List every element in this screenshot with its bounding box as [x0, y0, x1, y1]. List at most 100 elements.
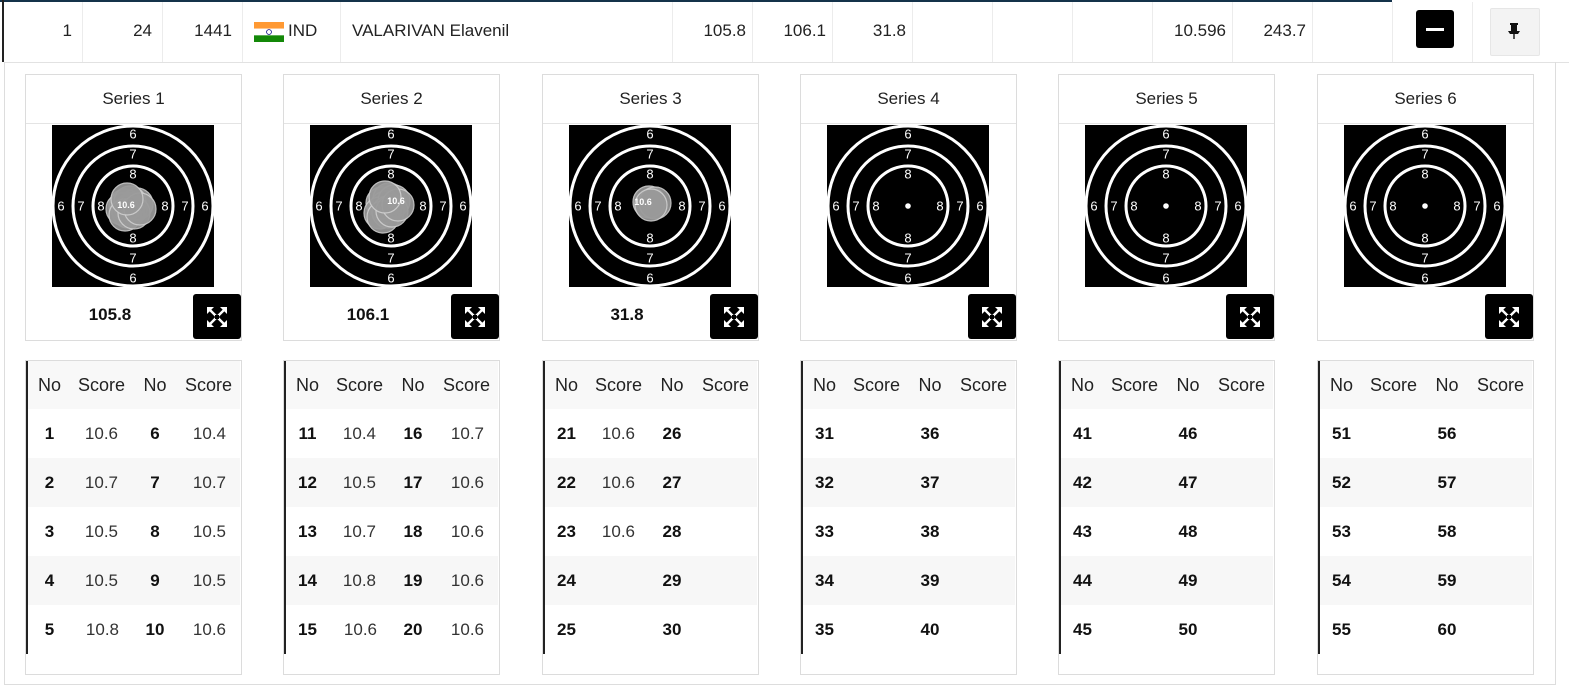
- col-header-no: No: [1318, 361, 1363, 409]
- expand-target-button[interactable]: [1226, 294, 1274, 339]
- svg-text:8: 8: [904, 231, 911, 246]
- cell-separator: [832, 2, 833, 62]
- shot-number: 4: [26, 556, 71, 605]
- cell-separator: [1472, 2, 1473, 62]
- svg-text:6: 6: [315, 199, 322, 214]
- cell-separator: [242, 2, 243, 62]
- series-total: 31.8: [610, 305, 644, 324]
- shot-number: 52: [1318, 458, 1363, 507]
- shot-number: 41: [1059, 409, 1104, 458]
- expand-target-button[interactable]: [968, 294, 1016, 339]
- svg-text:6: 6: [129, 127, 136, 142]
- shot-score: [1363, 409, 1425, 458]
- svg-text:6: 6: [904, 127, 911, 142]
- shot-score: 10.6: [601, 521, 635, 541]
- svg-text:6: 6: [976, 199, 983, 214]
- svg-text:8: 8: [1421, 167, 1428, 182]
- collapse-button[interactable]: [1416, 10, 1454, 48]
- series-title: Series 2: [284, 75, 499, 124]
- shot-score: [1469, 556, 1532, 605]
- total-cell: 243.7: [1263, 21, 1306, 40]
- shot-number: 45: [1059, 605, 1104, 654]
- svg-text:8: 8: [387, 167, 394, 182]
- expand-target-button[interactable]: [451, 294, 499, 339]
- table-row: 25 30: [543, 605, 757, 654]
- shot-score: [952, 556, 1015, 605]
- shot-number: 47: [1166, 458, 1210, 507]
- shot-number: 49: [1166, 556, 1210, 605]
- shot-score: [588, 556, 650, 605]
- shot-number: 34: [801, 556, 846, 605]
- target-icon: 666 6777 7888 8: [827, 125, 989, 287]
- series-total: 106.1: [346, 305, 390, 324]
- table-row: 55 60: [1318, 605, 1532, 654]
- shot-scores-table: No Score No Score 41 46 42 47 43 48 44 49 45 50: [1058, 360, 1275, 675]
- shot-scores-table: No Score No Score 31 36 32 37 33 38 34 39 35 40: [800, 360, 1017, 675]
- expand-target-button[interactable]: [710, 294, 758, 339]
- series1-score-cell: 105.8: [703, 21, 746, 40]
- series-title: Series 1: [26, 75, 241, 124]
- svg-text:6: 6: [718, 199, 725, 214]
- shot-score: [1104, 458, 1166, 507]
- shot-scores-table: No Score No Score 51 56 52 57 53 58 54 59 55 60: [1317, 360, 1534, 675]
- svg-text:7: 7: [904, 251, 911, 266]
- col-header-no: No: [801, 361, 846, 409]
- average-cell: 10.596: [1174, 21, 1226, 40]
- pin-button[interactable]: [1490, 8, 1540, 56]
- svg-text:7: 7: [1214, 199, 1221, 214]
- svg-text:6: 6: [904, 271, 911, 286]
- shot-score: 10.6: [343, 619, 377, 639]
- svg-text:6: 6: [1421, 127, 1428, 142]
- svg-text:8: 8: [1162, 167, 1169, 182]
- svg-text:7: 7: [956, 199, 963, 214]
- shot-number: 32: [801, 458, 846, 507]
- svg-text:6: 6: [574, 199, 581, 214]
- shot-score: [846, 556, 908, 605]
- cell-separator: [1312, 2, 1313, 62]
- shot-number: 6: [150, 423, 160, 443]
- table-row: 41 46: [1059, 409, 1273, 458]
- shot-score: [694, 556, 757, 605]
- svg-text:7: 7: [181, 199, 188, 214]
- shot-number: 16: [403, 423, 423, 443]
- expand-target-button[interactable]: [193, 294, 241, 339]
- svg-text:7: 7: [1110, 199, 1117, 214]
- shot-score: [1104, 556, 1166, 605]
- rank-cell: 1: [62, 21, 72, 40]
- table-row: 22 10.6 27: [543, 458, 757, 507]
- target-icon: 666 6777 7888 810.6: [52, 125, 214, 287]
- shot-number: 17: [391, 458, 435, 507]
- svg-text:8: 8: [1389, 199, 1396, 214]
- shot-number: 44: [1059, 556, 1104, 605]
- shot-number: 3: [26, 507, 71, 556]
- shot-number: 38: [920, 521, 940, 541]
- shot-number: 14: [284, 556, 329, 605]
- svg-text:8: 8: [1130, 199, 1137, 214]
- shot-number: 40: [920, 619, 940, 639]
- athlete-name[interactable]: VALARIVAN Elavenil: [352, 20, 509, 42]
- svg-text:6: 6: [832, 199, 839, 214]
- table-row: 21 10.6 26: [543, 409, 757, 458]
- shot-score: [694, 605, 757, 654]
- series-title: Series 5: [1059, 75, 1274, 124]
- cell-separator: [162, 2, 163, 62]
- shot-scores-table: No Score No Score 1 10.6 6 10.4 2 10.7 7 10.7 3 10.5 8…: [25, 360, 242, 675]
- shot-score: 10.6: [84, 423, 118, 443]
- shot-number: 28: [662, 521, 682, 541]
- shot-score: [1210, 556, 1273, 605]
- table-row: 1 10.6 6 10.4: [26, 409, 240, 458]
- series-card: Series 4666677778888: [800, 74, 1017, 341]
- expand-target-button[interactable]: [1485, 294, 1533, 339]
- shot-score: [694, 507, 757, 556]
- table-row: 12 10.5 17 10.6: [284, 458, 498, 507]
- shot-score: [952, 507, 1015, 556]
- shot-number: 25: [543, 605, 588, 654]
- athlete-row[interactable]: 1 24 1441 IND VALARIVAN Elavenil 105.8 1…: [4, 2, 1569, 63]
- shot-number: 60: [1437, 619, 1457, 639]
- india-flag-icon: [254, 22, 284, 42]
- shot-score: [846, 458, 908, 507]
- svg-text:8: 8: [161, 199, 168, 214]
- svg-text:7: 7: [1162, 147, 1169, 162]
- col-header-no: No: [908, 361, 952, 409]
- expand-icon: [982, 307, 1002, 327]
